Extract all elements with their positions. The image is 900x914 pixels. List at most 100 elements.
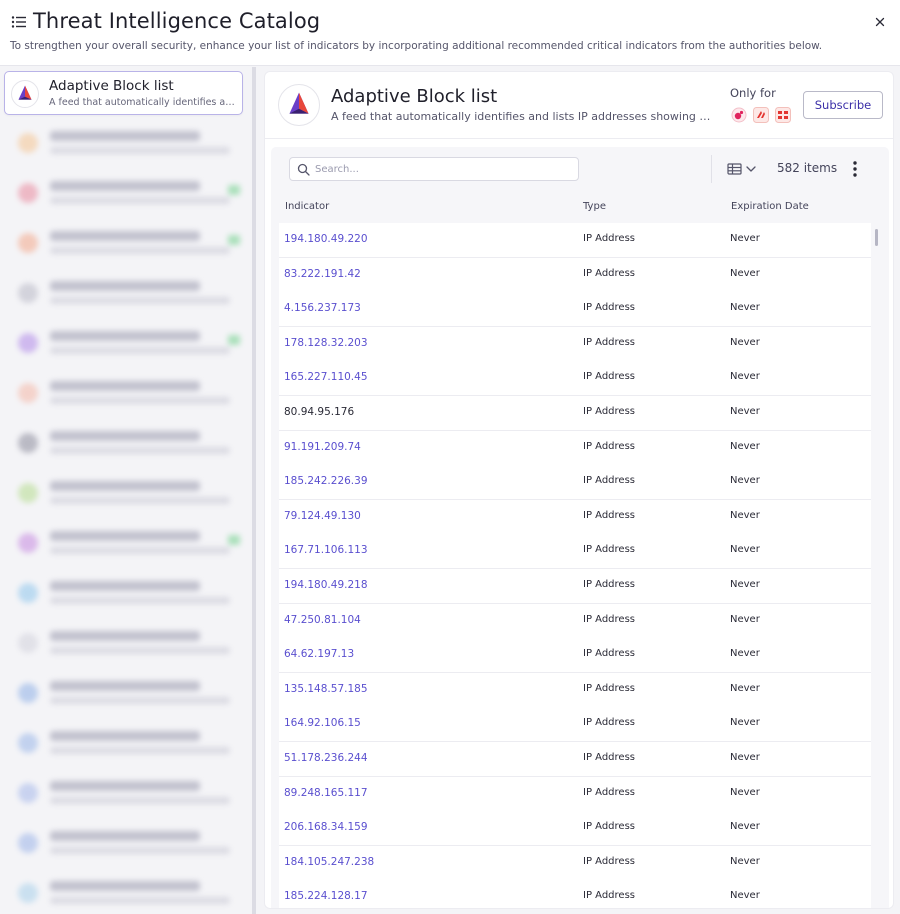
blurred-description xyxy=(50,347,230,354)
indicator-link[interactable]: 165.227.110.45 xyxy=(284,371,368,383)
indicator-type: IP Address xyxy=(583,786,635,798)
indicator-link[interactable]: 83.222.191.42 xyxy=(284,268,361,280)
table-row[interactable]: 47.250.81.104 IP Address Never xyxy=(279,603,871,639)
blurred-title xyxy=(50,181,200,191)
blurred-title xyxy=(50,531,200,541)
table-row[interactable]: 206.168.34.159 IP Address Never xyxy=(279,811,871,847)
table-row[interactable]: 4.156.237.173 IP Address Never xyxy=(279,292,871,328)
expiration-date: Never xyxy=(730,682,760,694)
scrollbar-thumb[interactable] xyxy=(875,229,878,246)
status-badge xyxy=(228,185,240,195)
sidebar-item-blurred[interactable] xyxy=(4,121,243,165)
expiration-date: Never xyxy=(730,579,760,590)
sidebar-item-blurred[interactable] xyxy=(4,721,243,765)
view-toggle-icon[interactable] xyxy=(727,161,761,177)
sidebar-item-blurred[interactable] xyxy=(4,671,243,715)
table-row[interactable]: 185.224.128.17 IP Address Never xyxy=(279,880,871,908)
table-row[interactable]: 91.191.209.74 IP Address Never xyxy=(279,430,871,466)
table-row[interactable]: 194.180.49.218 IP Address Never xyxy=(279,569,871,604)
blurred-title xyxy=(50,631,200,641)
indicator-type: IP Address xyxy=(583,544,635,556)
feed-logo-icon xyxy=(18,433,38,453)
sidebar-item-blurred[interactable] xyxy=(4,321,243,365)
indicator-link[interactable]: 164.92.106.15 xyxy=(284,717,361,729)
feed-logo-icon xyxy=(18,383,38,403)
sidebar-item-blurred[interactable] xyxy=(4,521,243,565)
sidebar-item-blurred[interactable] xyxy=(4,871,243,914)
indicator-link[interactable]: 79.124.49.130 xyxy=(284,510,361,522)
subscribe-button[interactable]: Subscribe xyxy=(803,91,883,119)
sidebar-item-blurred[interactable] xyxy=(4,821,243,865)
sidebar-item-adaptive-block-list[interactable]: Adaptive Block list A feed that automati… xyxy=(4,71,243,115)
search-box[interactable] xyxy=(289,157,579,181)
close-icon[interactable] xyxy=(872,14,888,30)
search-input[interactable] xyxy=(315,161,570,177)
blurred-description xyxy=(50,747,230,754)
status-badge xyxy=(228,535,240,545)
indicator-link[interactable]: 51.178.236.244 xyxy=(284,752,368,764)
table-row[interactable]: 185.242.226.39 IP Address Never xyxy=(279,465,871,501)
column-header-expiration-date[interactable]: Expiration Date xyxy=(731,201,809,212)
indicator-link[interactable]: 47.250.81.104 xyxy=(284,614,361,626)
blurred-description xyxy=(50,847,230,854)
table-row[interactable]: 80.94.95.176 IP Address Never xyxy=(279,396,871,431)
indicator-link[interactable]: 89.248.165.117 xyxy=(284,787,368,799)
more-options-icon[interactable] xyxy=(849,159,861,179)
feed-sidebar: Adaptive Block list A feed that automati… xyxy=(0,67,252,914)
sidebar-item-blurred[interactable] xyxy=(4,571,243,615)
table-row[interactable]: 167.71.106.113 IP Address Never xyxy=(279,534,871,570)
table-row[interactable]: 83.222.191.42 IP Address Never xyxy=(279,257,871,293)
table-row[interactable]: 89.248.165.117 IP Address Never xyxy=(279,776,871,812)
indicator-link[interactable]: 178.128.32.203 xyxy=(284,337,368,349)
table-row[interactable]: 178.128.32.203 IP Address Never xyxy=(279,326,871,362)
feed-logo-icon xyxy=(11,80,39,108)
indicator-link[interactable]: 185.224.128.17 xyxy=(284,890,368,902)
sidebar-item-blurred[interactable] xyxy=(4,221,243,265)
indicator-link[interactable]: 64.62.197.13 xyxy=(284,648,354,660)
table-row[interactable]: 165.227.110.45 IP Address Never xyxy=(279,361,871,397)
sidebar-item-blurred[interactable] xyxy=(4,371,243,415)
indicator-link[interactable]: 184.105.247.238 xyxy=(284,856,374,868)
feed-title: Adaptive Block list xyxy=(331,86,498,107)
sidebar-item-blurred[interactable] xyxy=(4,771,243,815)
sidebar-item-blurred[interactable] xyxy=(4,421,243,465)
blurred-title xyxy=(50,581,200,591)
indicator-link[interactable]: 194.180.49.218 xyxy=(284,579,368,591)
indicator-table: 582 items Indicator Type Expiration Date… xyxy=(271,147,889,908)
column-header-indicator[interactable]: Indicator xyxy=(285,201,329,212)
indicator-link[interactable]: 4.156.237.173 xyxy=(284,302,361,314)
blurred-description xyxy=(50,297,230,304)
table-row[interactable]: 184.105.247.238 IP Address Never xyxy=(279,845,871,881)
table-row[interactable]: 194.180.49.220 IP Address Never xyxy=(279,223,871,258)
indicator-link[interactable]: 206.168.34.159 xyxy=(284,821,368,833)
sidebar-item-blurred[interactable] xyxy=(4,471,243,515)
expiration-date: Never xyxy=(730,475,760,487)
column-header-type[interactable]: Type xyxy=(583,201,606,212)
feed-logo-icon xyxy=(18,783,38,803)
indicator-link[interactable]: 194.180.49.220 xyxy=(284,233,368,245)
table-body: 194.180.49.220 IP Address Never 83.222.191.… xyxy=(279,223,877,908)
indicator-type: IP Address xyxy=(583,336,635,348)
indicator-link[interactable]: 135.148.57.185 xyxy=(284,683,368,695)
table-row[interactable]: 51.178.236.244 IP Address Never xyxy=(279,742,871,777)
indicator-link: 80.94.95.176 xyxy=(284,406,355,418)
feed-detail-header: Adaptive Block list A feed that automati… xyxy=(265,72,893,139)
blurred-title xyxy=(50,431,200,441)
sidebar-item-blurred[interactable] xyxy=(4,271,243,315)
blurred-title xyxy=(50,781,200,791)
sidebar-item-blurred[interactable] xyxy=(4,621,243,665)
indicator-type: IP Address xyxy=(583,648,635,660)
indicator-link[interactable]: 91.191.209.74 xyxy=(284,441,361,453)
indicator-type: IP Address xyxy=(583,475,635,487)
sidebar-item-blurred[interactable] xyxy=(4,171,243,215)
table-row[interactable]: 64.62.197.13 IP Address Never xyxy=(279,638,871,674)
expiration-date: Never xyxy=(730,613,760,625)
expiration-date: Never xyxy=(730,509,760,521)
table-row[interactable]: 164.92.106.15 IP Address Never xyxy=(279,707,871,743)
expiration-date: Never xyxy=(730,890,760,902)
table-row[interactable]: 135.148.57.185 IP Address Never xyxy=(279,672,871,708)
panel-splitter[interactable] xyxy=(252,67,256,914)
indicator-link[interactable]: 185.242.226.39 xyxy=(284,475,368,487)
table-row[interactable]: 79.124.49.130 IP Address Never xyxy=(279,499,871,535)
indicator-link[interactable]: 167.71.106.113 xyxy=(284,544,368,556)
